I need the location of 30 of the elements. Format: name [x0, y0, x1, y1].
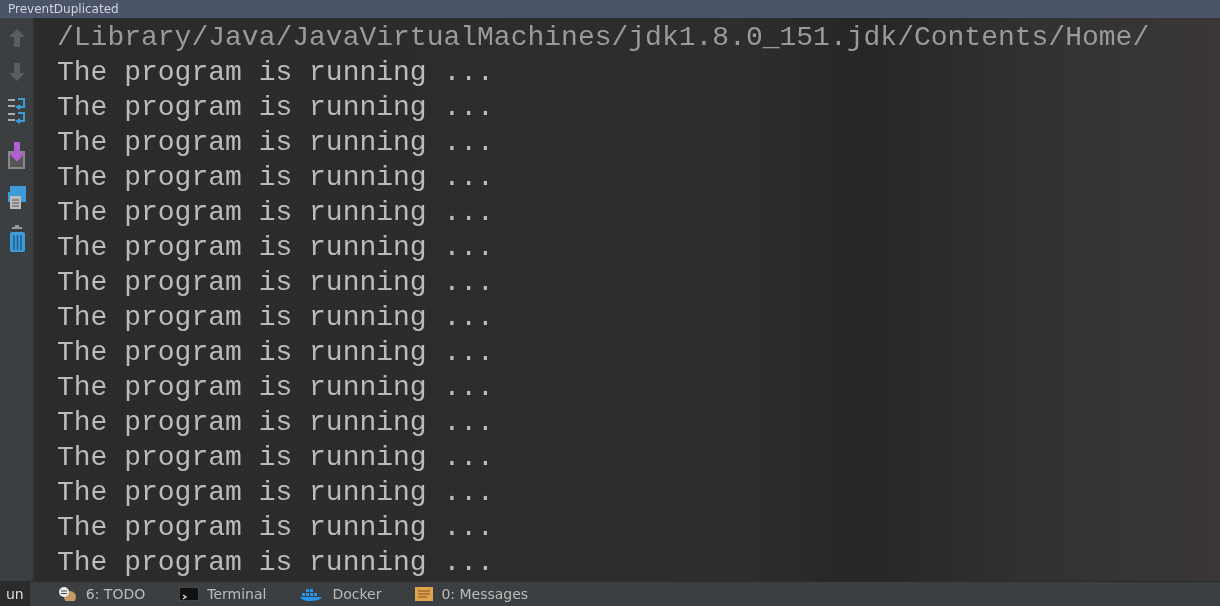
printer-icon[interactable] [7, 184, 26, 210]
output-line: The program is running ... [57, 406, 494, 440]
output-line: The program is running ... [57, 336, 494, 370]
tool-window-tab[interactable]: Terminal [173, 582, 273, 606]
output-line: The program is running ... [57, 231, 494, 265]
soft-wrap-icon[interactable] [7, 96, 26, 126]
whale-icon [300, 587, 325, 601]
output-line: The program is running ... [57, 441, 494, 475]
scroll-to-end-icon[interactable] [7, 140, 26, 170]
terminal-icon [179, 587, 200, 601]
trash-icon[interactable] [8, 224, 25, 254]
tool-window-tab[interactable]: Docker [294, 582, 388, 606]
messages-icon [415, 587, 434, 601]
output-line: The program is running ... [57, 91, 494, 125]
output-line: The program is running ... [57, 301, 494, 335]
todo-icon [57, 587, 78, 601]
output-line: The program is running ... [57, 161, 494, 195]
output-line: The program is running ... [57, 546, 494, 580]
output-line: The program is running ... [57, 266, 494, 300]
command-line: /Library/Java/JavaVirtualMachines/jdk1.8.0_151.jdk/Contents/Home/ [57, 21, 1150, 55]
output-line: The program is running ... [57, 196, 494, 230]
output-line: The program is running ... [57, 511, 494, 545]
tool-window-tab[interactable]: un [0, 582, 30, 606]
output-line: The program is running ... [57, 126, 494, 160]
tool-window-tab[interactable]: 6: TODO [51, 582, 152, 606]
output-line: The program is running ... [57, 371, 494, 405]
output-line: The program is running ... [57, 476, 494, 510]
tool-window-tab[interactable]: 0: Messages [409, 582, 535, 606]
output-line: The program is running ... [57, 56, 494, 90]
window-title: PreventDuplicated [8, 2, 119, 16]
